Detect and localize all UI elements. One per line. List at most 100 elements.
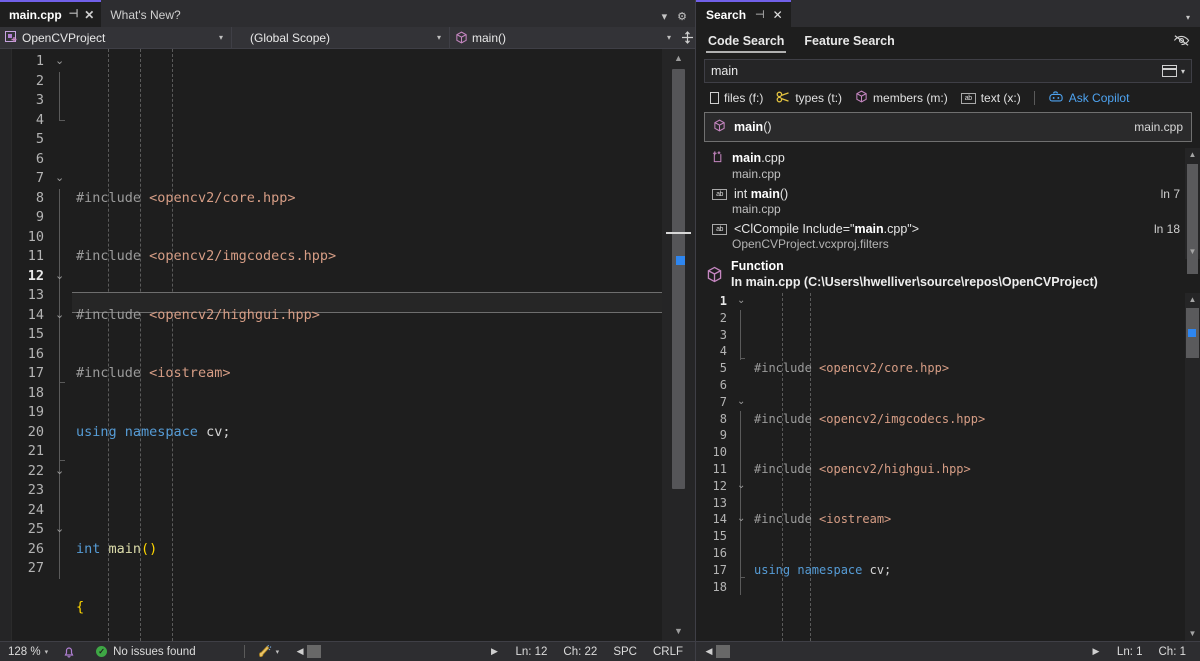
code-editor[interactable]: 12 34 56 78 910 1112 1314 1516 1718 1920… xyxy=(0,49,695,641)
filter-divider xyxy=(1034,91,1035,105)
fold-chevron-icon[interactable]: ⌄ xyxy=(737,397,745,407)
preview-code-text[interactable]: #include <opencv2/core.hpp> #include <op… xyxy=(752,293,1200,641)
hscroll-track[interactable] xyxy=(716,645,1089,658)
tab-feature-search[interactable]: Feature Search xyxy=(802,31,896,53)
search-window-tab[interactable]: Search ⊣ ✕ xyxy=(696,0,791,27)
scrollbar-thumb[interactable] xyxy=(716,645,730,658)
fold-chevron-icon[interactable]: ⌄ xyxy=(55,310,65,320)
preview-line-numbers: 12345 678910 1112131415 161718 xyxy=(696,293,732,641)
tab-whats-new[interactable]: What's New? xyxy=(101,2,187,27)
gear-icon[interactable]: ⚙ xyxy=(677,10,687,23)
search-input-row[interactable]: ▾ xyxy=(704,59,1192,83)
ask-copilot-label: Ask Copilot xyxy=(1069,91,1130,105)
chevron-down-icon[interactable]: ▾ xyxy=(1181,67,1185,76)
chevron-down-icon[interactable]: ▾ xyxy=(429,33,449,42)
tab-main-cpp[interactable]: main.cpp ⊣ ✕ xyxy=(0,0,101,27)
search-input[interactable] xyxy=(705,64,1160,78)
check-icon: ✓ xyxy=(96,646,107,657)
fold-chevron-icon[interactable]: ⌄ xyxy=(737,514,745,524)
result-title-pre: <ClCompile Include=" xyxy=(734,222,854,236)
close-icon[interactable]: ✕ xyxy=(84,9,94,21)
pin-icon[interactable]: ⊣ xyxy=(755,8,765,21)
search-results-list[interactable]: main () main.cpp main.cpp main.cpp ab in… xyxy=(704,112,1192,251)
fold-chevron-icon[interactable]: ⌄ xyxy=(55,271,65,281)
scroll-down-icon[interactable]: ▼ xyxy=(1185,245,1200,259)
fold-chevron-icon[interactable]: ⌄ xyxy=(55,173,65,183)
chevron-down-icon[interactable]: ▾ xyxy=(45,648,49,656)
eye-off-icon[interactable] xyxy=(1173,34,1190,50)
scroll-up-icon[interactable]: ▲ xyxy=(1185,148,1200,162)
scroll-up-icon[interactable]: ▲ xyxy=(1185,293,1200,307)
scope-dropdown[interactable]: (Global Scope) ▾ xyxy=(232,27,450,49)
search-layout-button[interactable]: ▾ xyxy=(1160,65,1191,77)
code-line-7: int main() xyxy=(72,540,695,560)
copilot-icon xyxy=(1048,91,1064,106)
status-badge[interactable]: ✓ No issues found xyxy=(80,642,203,661)
member-dropdown[interactable]: main() ▾ xyxy=(450,27,679,49)
scroll-down-icon[interactable]: ▼ xyxy=(671,624,686,639)
search-result-row[interactable]: ab <ClCompile Include="main.cpp"> ln 18 … xyxy=(704,221,1192,251)
fold-chevron-icon[interactable]: ⌄ xyxy=(55,466,65,476)
chevron-down-icon[interactable]: ▾ xyxy=(659,33,679,42)
results-scrollbar[interactable]: ▲ ▼ xyxy=(1185,148,1200,259)
scroll-down-icon[interactable]: ▼ xyxy=(1185,627,1200,641)
chevron-down-icon[interactable]: ▾ xyxy=(276,648,280,656)
file-icon xyxy=(710,92,719,104)
code-line-6 xyxy=(72,481,695,501)
editor-vertical-scrollbar[interactable]: ▲ ▼ xyxy=(662,49,695,641)
status-bar-preview-section: ◀ ▶ Ln: 1 Ch: 1 xyxy=(695,642,1200,661)
scrollbar-thumb[interactable] xyxy=(307,645,321,658)
split-view-icon[interactable] xyxy=(679,31,695,44)
preview-line-2: #include <opencv2/imgcodecs.hpp> xyxy=(752,411,1200,428)
project-dropdown[interactable]: OpenCVProject ▾ xyxy=(0,27,232,49)
indent-mode[interactable]: SPC xyxy=(605,642,645,661)
zoom-level[interactable]: 128 % xyxy=(0,642,43,661)
search-window-title: Search xyxy=(706,8,746,22)
editor-navigation-bar: OpenCVProject ▾ (Global Scope) ▾ main() … xyxy=(0,27,695,49)
types-icon xyxy=(776,91,790,106)
fold-chevron-icon[interactable]: ⌄ xyxy=(737,481,745,491)
preview-outlining[interactable]: ⌄ ⌄ ⌄ ⌄ xyxy=(732,293,752,641)
fold-chevron-icon[interactable]: ⌄ xyxy=(55,524,65,534)
result-title-rest: .cpp xyxy=(761,151,785,165)
bell-icon[interactable] xyxy=(58,642,80,661)
chevron-down-icon[interactable]: ▾ xyxy=(211,33,231,42)
tab-code-search[interactable]: Code Search xyxy=(706,31,786,53)
scroll-right-icon[interactable]: ▶ xyxy=(1089,646,1103,657)
code-text-area[interactable]: #include <opencv2/core.hpp> #include <op… xyxy=(72,49,695,641)
editor-horizontal-scrollbar[interactable]: ◀ ▶ xyxy=(293,642,501,661)
scroll-left-icon[interactable]: ◀ xyxy=(293,646,307,657)
search-result-row[interactable]: ab int main() ln 7 main.cpp xyxy=(704,186,1192,221)
line-ending[interactable]: CRLF xyxy=(645,642,695,661)
result-line-ref: ln 18 xyxy=(1154,222,1184,236)
filter-text[interactable]: ab text (x:) xyxy=(961,91,1021,105)
scroll-up-icon[interactable]: ▲ xyxy=(671,51,686,66)
outlining-margin[interactable]: ⌄ ⌄ ⌄ ⌄ ⌄ xyxy=(50,49,72,641)
caret-line: Ln: 12 xyxy=(507,642,555,661)
filter-files[interactable]: files (f:) xyxy=(710,91,763,105)
filter-members[interactable]: members (m:) xyxy=(855,90,948,106)
search-result-row[interactable]: main.cpp main.cpp xyxy=(704,142,1192,186)
scroll-left-icon[interactable]: ◀ xyxy=(702,646,716,657)
tab-overflow-chevron-icon[interactable]: ▾ xyxy=(662,10,668,23)
search-result-selected[interactable]: main () main.cpp xyxy=(704,112,1192,142)
preview-scrollbar[interactable]: ▲ ▼ xyxy=(1185,293,1200,641)
ask-copilot-button[interactable]: Ask Copilot xyxy=(1048,91,1130,106)
indicator-margin[interactable] xyxy=(0,49,12,641)
pin-icon[interactable]: ⊣ xyxy=(69,9,79,20)
tabstrip-actions: ▾ ⚙ xyxy=(662,10,695,27)
window-menu-chevron-icon[interactable]: ▾ xyxy=(1186,13,1200,27)
preview-code-pane[interactable]: 12345 678910 1112131415 161718 ⌄ ⌄ ⌄ ⌄ xyxy=(696,293,1200,641)
project-dropdown-label: OpenCVProject xyxy=(22,31,105,45)
scrollbar-thumb[interactable] xyxy=(672,69,685,489)
preview-horizontal-scrollbar[interactable]: ◀ ▶ xyxy=(702,642,1103,661)
hscroll-track[interactable] xyxy=(307,645,487,658)
scroll-right-icon[interactable]: ▶ xyxy=(487,646,501,657)
fold-chevron-icon[interactable]: ⌄ xyxy=(55,56,65,66)
filter-types[interactable]: types (t:) xyxy=(776,91,842,106)
code-line-4: #include <iostream> xyxy=(72,364,695,384)
close-icon[interactable]: ✕ xyxy=(773,8,783,22)
brush-icon[interactable] xyxy=(249,642,275,661)
fold-chevron-icon[interactable]: ⌄ xyxy=(737,296,745,306)
caret-position-marker xyxy=(676,256,685,265)
